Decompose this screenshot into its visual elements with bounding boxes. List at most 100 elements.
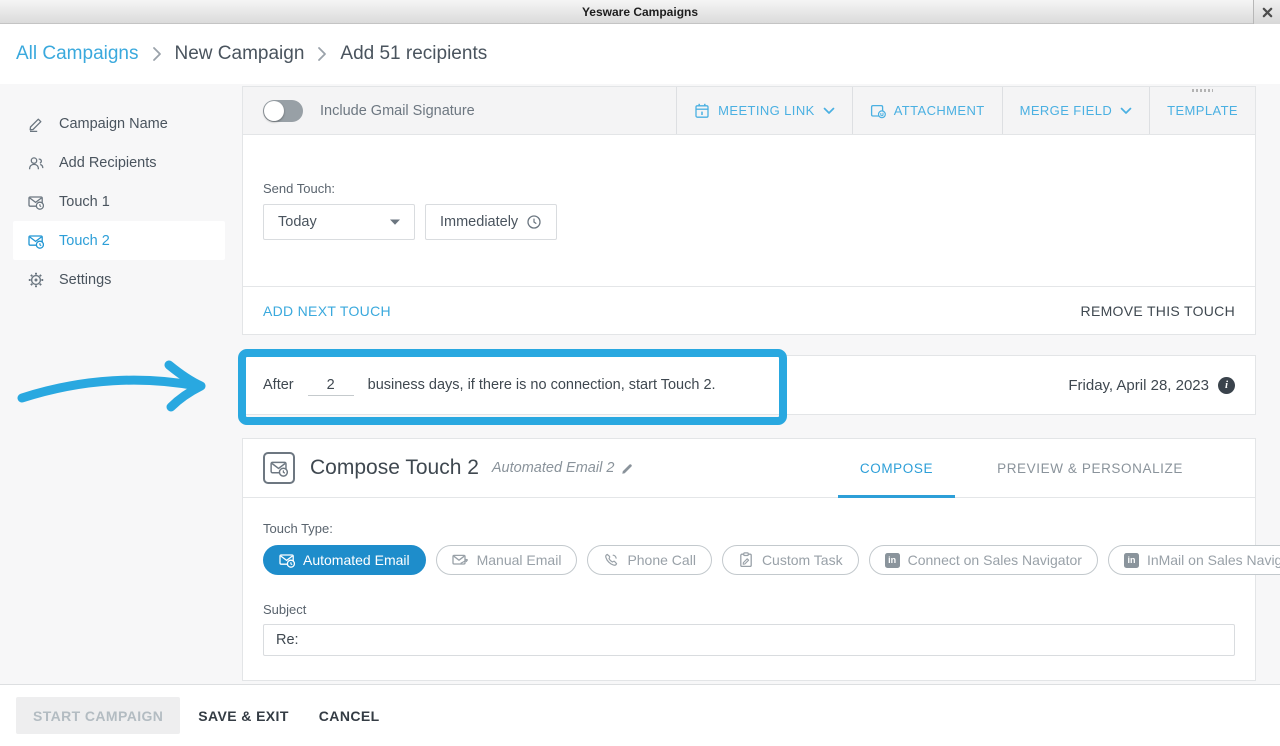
- send-touch-controls: Today Immediately: [263, 204, 1235, 240]
- touch-type-phone-call[interactable]: Phone Call: [587, 545, 712, 575]
- touch-type-label-text: Phone Call: [627, 552, 696, 568]
- gmail-signature-row: Include Gmail Signature: [243, 87, 676, 134]
- info-icon[interactable]: i: [1218, 377, 1235, 394]
- send-date-value: Today: [278, 214, 317, 230]
- sidebar-item-add-recipients[interactable]: Add Recipients: [0, 143, 242, 182]
- merge-field-button[interactable]: MERGE FIELD: [1002, 87, 1150, 134]
- send-time-value: Immediately: [440, 214, 518, 230]
- subject-input[interactable]: [263, 624, 1235, 656]
- toolbar-buttons: MEETING LINK ATTACHMENT MERGE FIELD: [676, 87, 1255, 134]
- touch-type-label: Touch Type:: [263, 498, 1235, 536]
- sidebar-item-label: Touch 2: [59, 233, 110, 249]
- touch-type-custom-task[interactable]: Custom Task: [722, 545, 859, 575]
- send-date-select[interactable]: Today: [263, 204, 415, 240]
- touch-type-label-text: Connect on Sales Navigator: [908, 552, 1082, 568]
- compose-tabs: COMPOSE PREVIEW & PERSONALIZE: [838, 439, 1255, 497]
- clock-icon: [526, 214, 542, 230]
- send-time-select[interactable]: Immediately: [425, 204, 557, 240]
- sidebar-item-settings[interactable]: Settings: [0, 260, 242, 299]
- window-title: Yesware Campaigns: [0, 5, 1280, 19]
- email-clock-icon: [28, 194, 44, 210]
- touch-editor-card: Include Gmail Signature MEETING LINK ATT…: [242, 86, 1256, 335]
- touch-actions-row: ADD NEXT TOUCH REMOVE THIS TOUCH: [243, 286, 1255, 334]
- phone-icon: [603, 552, 619, 568]
- email-clock-icon: [263, 452, 295, 484]
- touch-name-text: Automated Email 2: [492, 460, 615, 476]
- caret-down-icon: [390, 219, 400, 225]
- meeting-link-button[interactable]: MEETING LINK: [676, 87, 852, 134]
- template-label: TEMPLATE: [1167, 103, 1238, 118]
- sidebar-item-label: Add Recipients: [59, 155, 157, 171]
- remove-this-touch-button[interactable]: REMOVE THIS TOUCH: [1081, 303, 1235, 319]
- touch-type-label-text: InMail on Sales Navigator: [1147, 552, 1280, 568]
- touch-type-manual-email[interactable]: Manual Email: [436, 545, 578, 575]
- task-clipboard-icon: [738, 552, 754, 568]
- edit-pencil-icon[interactable]: [621, 462, 634, 475]
- touch-type-label-text: Automated Email: [303, 552, 410, 568]
- email-clock-icon: [279, 552, 295, 568]
- breadcrumb-add-recipients: Add 51 recipients: [340, 43, 487, 65]
- touch-editor-content: Include Gmail Signature MEETING LINK ATT…: [242, 84, 1256, 684]
- attachment-label: ATTACHMENT: [894, 103, 985, 118]
- calendar-icon: [694, 103, 710, 119]
- email-send-icon: [452, 552, 469, 568]
- tab-compose[interactable]: COMPOSE: [838, 439, 955, 497]
- touch-name-group: Automated Email 2: [492, 460, 635, 476]
- compose-touch-card: Compose Touch 2 Automated Email 2 COMPOS…: [242, 438, 1256, 681]
- sidebar-item-label: Touch 1: [59, 194, 110, 210]
- save-exit-button[interactable]: SAVE & EXIT: [198, 708, 289, 724]
- compose-header: Compose Touch 2 Automated Email 2 COMPOS…: [243, 439, 1255, 498]
- tab-preview-personalize[interactable]: PREVIEW & PERSONALIZE: [975, 439, 1205, 497]
- touch-type-label-text: Custom Task: [762, 552, 843, 568]
- attachment-icon: [870, 103, 886, 119]
- chevron-down-icon: [1120, 107, 1132, 115]
- sidebar-item-touch-1[interactable]: Touch 1: [0, 182, 242, 221]
- gmail-signature-toggle[interactable]: [263, 100, 303, 122]
- breadcrumb-all-campaigns[interactable]: All Campaigns: [16, 43, 139, 65]
- touch-type-automated-email[interactable]: Automated Email: [263, 545, 426, 575]
- linkedin-icon: [885, 553, 900, 568]
- people-icon: [28, 155, 44, 171]
- touch-delay-row: After business days, if there is no conn…: [242, 355, 1256, 415]
- subject-label: Subject: [263, 602, 1235, 617]
- add-next-touch-button[interactable]: ADD NEXT TOUCH: [263, 303, 391, 319]
- main-area: Campaign Name Add Recipients Touch 1 Tou…: [0, 84, 1280, 684]
- chevron-down-icon: [823, 107, 835, 115]
- breadcrumb-new-campaign: New Campaign: [175, 43, 305, 65]
- meeting-link-label: MEETING LINK: [718, 103, 815, 118]
- scheduled-date-text: Friday, April 28, 2023: [1068, 377, 1209, 394]
- template-button[interactable]: TEMPLATE: [1149, 87, 1255, 134]
- start-campaign-button[interactable]: START CAMPAIGN: [16, 697, 180, 734]
- yesware-campaigns-window: Yesware Campaigns All Campaigns New Camp…: [0, 0, 1280, 746]
- delay-suffix-label: business days, if there is no connection…: [368, 377, 716, 393]
- window-titlebar: Yesware Campaigns: [0, 0, 1280, 24]
- gmail-signature-label: Include Gmail Signature: [320, 103, 475, 119]
- close-icon: [1262, 7, 1273, 18]
- email-clock-icon: [28, 233, 44, 249]
- sidebar-item-label: Settings: [59, 272, 111, 288]
- chevron-right-icon: [317, 46, 327, 62]
- attachment-button[interactable]: ATTACHMENT: [852, 87, 1002, 134]
- delay-days-input[interactable]: [308, 375, 354, 396]
- linkedin-icon: [1124, 553, 1139, 568]
- touch-type-label-text: Manual Email: [477, 552, 562, 568]
- touch-type-connect-sales-navigator[interactable]: Connect on Sales Navigator: [869, 545, 1098, 575]
- drag-handle-dots[interactable]: [1192, 89, 1213, 92]
- sidebar-item-campaign-name[interactable]: Campaign Name: [0, 104, 242, 143]
- chevron-right-icon: [152, 46, 162, 62]
- touch-type-options: Automated Email Manual Email Phone Call: [263, 545, 1235, 575]
- sidebar-item-touch-2[interactable]: Touch 2: [13, 221, 225, 260]
- compose-body: Touch Type: Automated Email Manual Email: [243, 498, 1255, 680]
- touch-type-inmail-sales-navigator[interactable]: InMail on Sales Navigator: [1108, 545, 1280, 575]
- merge-field-label: MERGE FIELD: [1020, 103, 1113, 118]
- compose-title: Compose Touch 2: [310, 456, 479, 480]
- delay-prefix-label: After: [263, 377, 294, 393]
- cancel-button[interactable]: CANCEL: [319, 708, 380, 724]
- gear-icon: [28, 272, 44, 288]
- send-touch-label: Send Touch:: [263, 135, 1235, 196]
- send-touch-section: Send Touch: Today Immediately: [243, 135, 1255, 240]
- delay-settings: After business days, if there is no conn…: [263, 375, 716, 396]
- close-button[interactable]: [1253, 0, 1280, 24]
- breadcrumb: All Campaigns New Campaign Add 51 recipi…: [0, 24, 1280, 84]
- pencil-icon: [28, 116, 44, 132]
